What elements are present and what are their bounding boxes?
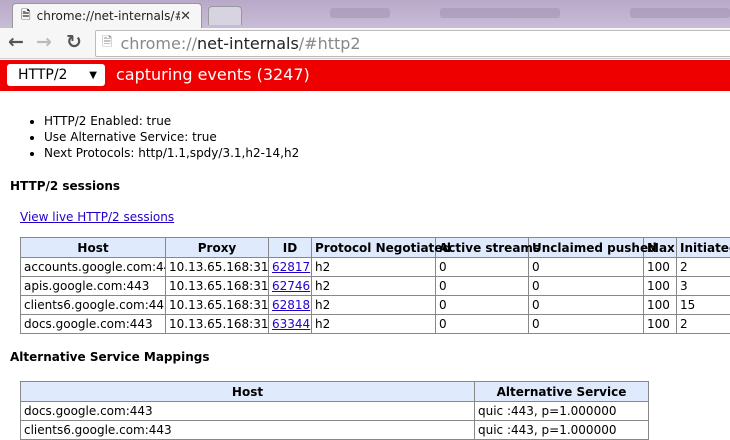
page-icon: 🗎	[102, 34, 113, 50]
column-header: Host	[20, 237, 166, 258]
table-cell: 3	[676, 276, 730, 296]
table-cell: clients6.google.com:443	[20, 420, 475, 440]
background-tab[interactable]	[440, 8, 560, 18]
back-icon[interactable]: ←	[8, 31, 24, 53]
column-header: Unclaimed pushed	[528, 237, 657, 258]
view-select[interactable]: HTTP/2 ▼	[7, 64, 105, 86]
close-tab-icon[interactable]: ✕	[180, 9, 191, 24]
table-cell: 10.13.65.168:3128	[165, 257, 269, 277]
table-cell: 10.13.65.168:3128	[165, 295, 269, 315]
column-header: Initiated	[676, 237, 730, 258]
table-cell: 100	[643, 276, 677, 296]
table-cell: 10.13.65.168:3128	[165, 314, 269, 334]
table-cell: quic :443, p=1.000000	[474, 420, 649, 440]
page-icon: 🗎	[21, 7, 31, 22]
table-cell: 15	[676, 295, 730, 315]
table-cell: 0	[435, 257, 529, 277]
tab-net-internals[interactable]: 🗎 chrome://net-internals/#h ✕	[12, 3, 202, 28]
table-cell: 0	[435, 314, 529, 334]
table-cell: quic :443, p=1.000000	[474, 401, 649, 421]
info-item: HTTP/2 Enabled: true	[44, 113, 299, 129]
table-cell: 0	[435, 276, 529, 296]
column-header: Max	[643, 237, 677, 258]
column-header: Active streams	[435, 237, 540, 258]
status-bar: HTTP/2 ▼ capturing events (3247)	[0, 60, 730, 91]
table-header-row: Host Alternative Service	[20, 381, 649, 402]
session-id-link[interactable]: 63344	[272, 317, 310, 331]
column-header: Proxy	[165, 237, 269, 258]
address-bar[interactable]: 🗎 chrome://net-internals/#http2	[95, 30, 730, 57]
table-cell: h2	[311, 257, 436, 277]
sessions-table: Host Proxy ID Protocol Negotiated Active str…	[20, 237, 730, 334]
table-cell: 2	[676, 314, 730, 334]
info-item: Next Protocols: http/1.1,spdy/3.1,h2-14,…	[44, 145, 299, 161]
table-cell: h2	[311, 295, 436, 315]
session-id-link[interactable]: 62817	[272, 260, 310, 274]
background-tab[interactable]	[630, 8, 730, 18]
column-header: Protocol Negotiated	[311, 237, 451, 258]
reload-icon[interactable]: ↻	[66, 31, 82, 53]
table-cell: 0	[528, 257, 644, 277]
table-cell: 0	[435, 295, 529, 315]
new-tab-button[interactable]	[208, 6, 242, 25]
table-cell: 62817	[268, 257, 312, 277]
table-header-row: Host Proxy ID Protocol Negotiated Active str…	[20, 237, 730, 258]
table-cell: 0	[528, 314, 644, 334]
table-cell: 100	[643, 257, 677, 277]
capture-status: capturing events (3247)	[116, 65, 310, 84]
table-cell: h2	[311, 276, 436, 296]
table-cell: clients6.google.com:443	[20, 295, 166, 315]
table-row: docs.google.com:443 quic :443, p=1.000000	[20, 401, 649, 421]
table-cell: 2	[676, 257, 730, 277]
table-row: clients6.google.com:443 quic :443, p=1.00…	[20, 420, 649, 440]
forward-icon[interactable]: →	[36, 31, 52, 53]
alt-services-table: Host Alternative Service docs.google.com:…	[20, 381, 649, 440]
column-header: ID	[268, 237, 312, 258]
background-tab[interactable]	[330, 8, 390, 18]
table-row: clients6.google.com:44310.13.65.168:3128…	[20, 295, 730, 315]
table-cell: apis.google.com:443	[20, 276, 166, 296]
table-cell: 100	[643, 295, 677, 315]
view-live-sessions-link[interactable]: View live HTTP/2 sessions	[20, 210, 174, 224]
url-text: chrome://net-internals/#http2	[120, 34, 361, 53]
table-cell: h2	[311, 314, 436, 334]
table-cell: 62746	[268, 276, 312, 296]
session-id-link[interactable]: 62818	[272, 298, 310, 312]
table-row: accounts.google.com:44310.13.65.168:3128…	[20, 257, 730, 277]
table-cell: docs.google.com:443	[20, 314, 166, 334]
table-row: docs.google.com:44310.13.65.168:31286334…	[20, 314, 730, 334]
table-row: apis.google.com:44310.13.65.168:31286274…	[20, 276, 730, 296]
dropdown-arrow-icon: ▼	[89, 69, 97, 81]
tab-title: chrome://net-internals/#h	[36, 9, 181, 23]
table-cell: 10.13.65.168:3128	[165, 276, 269, 296]
table-cell: accounts.google.com:443	[20, 257, 166, 277]
table-cell: 63344	[268, 314, 312, 334]
session-id-link[interactable]: 62746	[272, 279, 310, 293]
info-item: Use Alternative Service: true	[44, 129, 299, 145]
http2-info-list: HTTP/2 Enabled: true Use Alternative Ser…	[26, 113, 299, 161]
view-select-value: HTTP/2	[18, 67, 68, 83]
table-cell: 0	[528, 295, 644, 315]
table-cell: 62818	[268, 295, 312, 315]
tab-strip: 🗎 chrome://net-internals/#h ✕	[0, 0, 730, 28]
browser-toolbar: ← → ↻ 🗎 chrome://net-internals/#http2	[0, 28, 730, 59]
column-header: Alternative Service	[474, 381, 649, 402]
table-cell: docs.google.com:443	[20, 401, 475, 421]
alt-services-heading: Alternative Service Mappings	[10, 350, 210, 364]
sessions-heading: HTTP/2 sessions	[10, 179, 121, 193]
table-cell: 100	[643, 314, 677, 334]
table-cell: 0	[528, 276, 644, 296]
column-header: Host	[20, 381, 475, 402]
